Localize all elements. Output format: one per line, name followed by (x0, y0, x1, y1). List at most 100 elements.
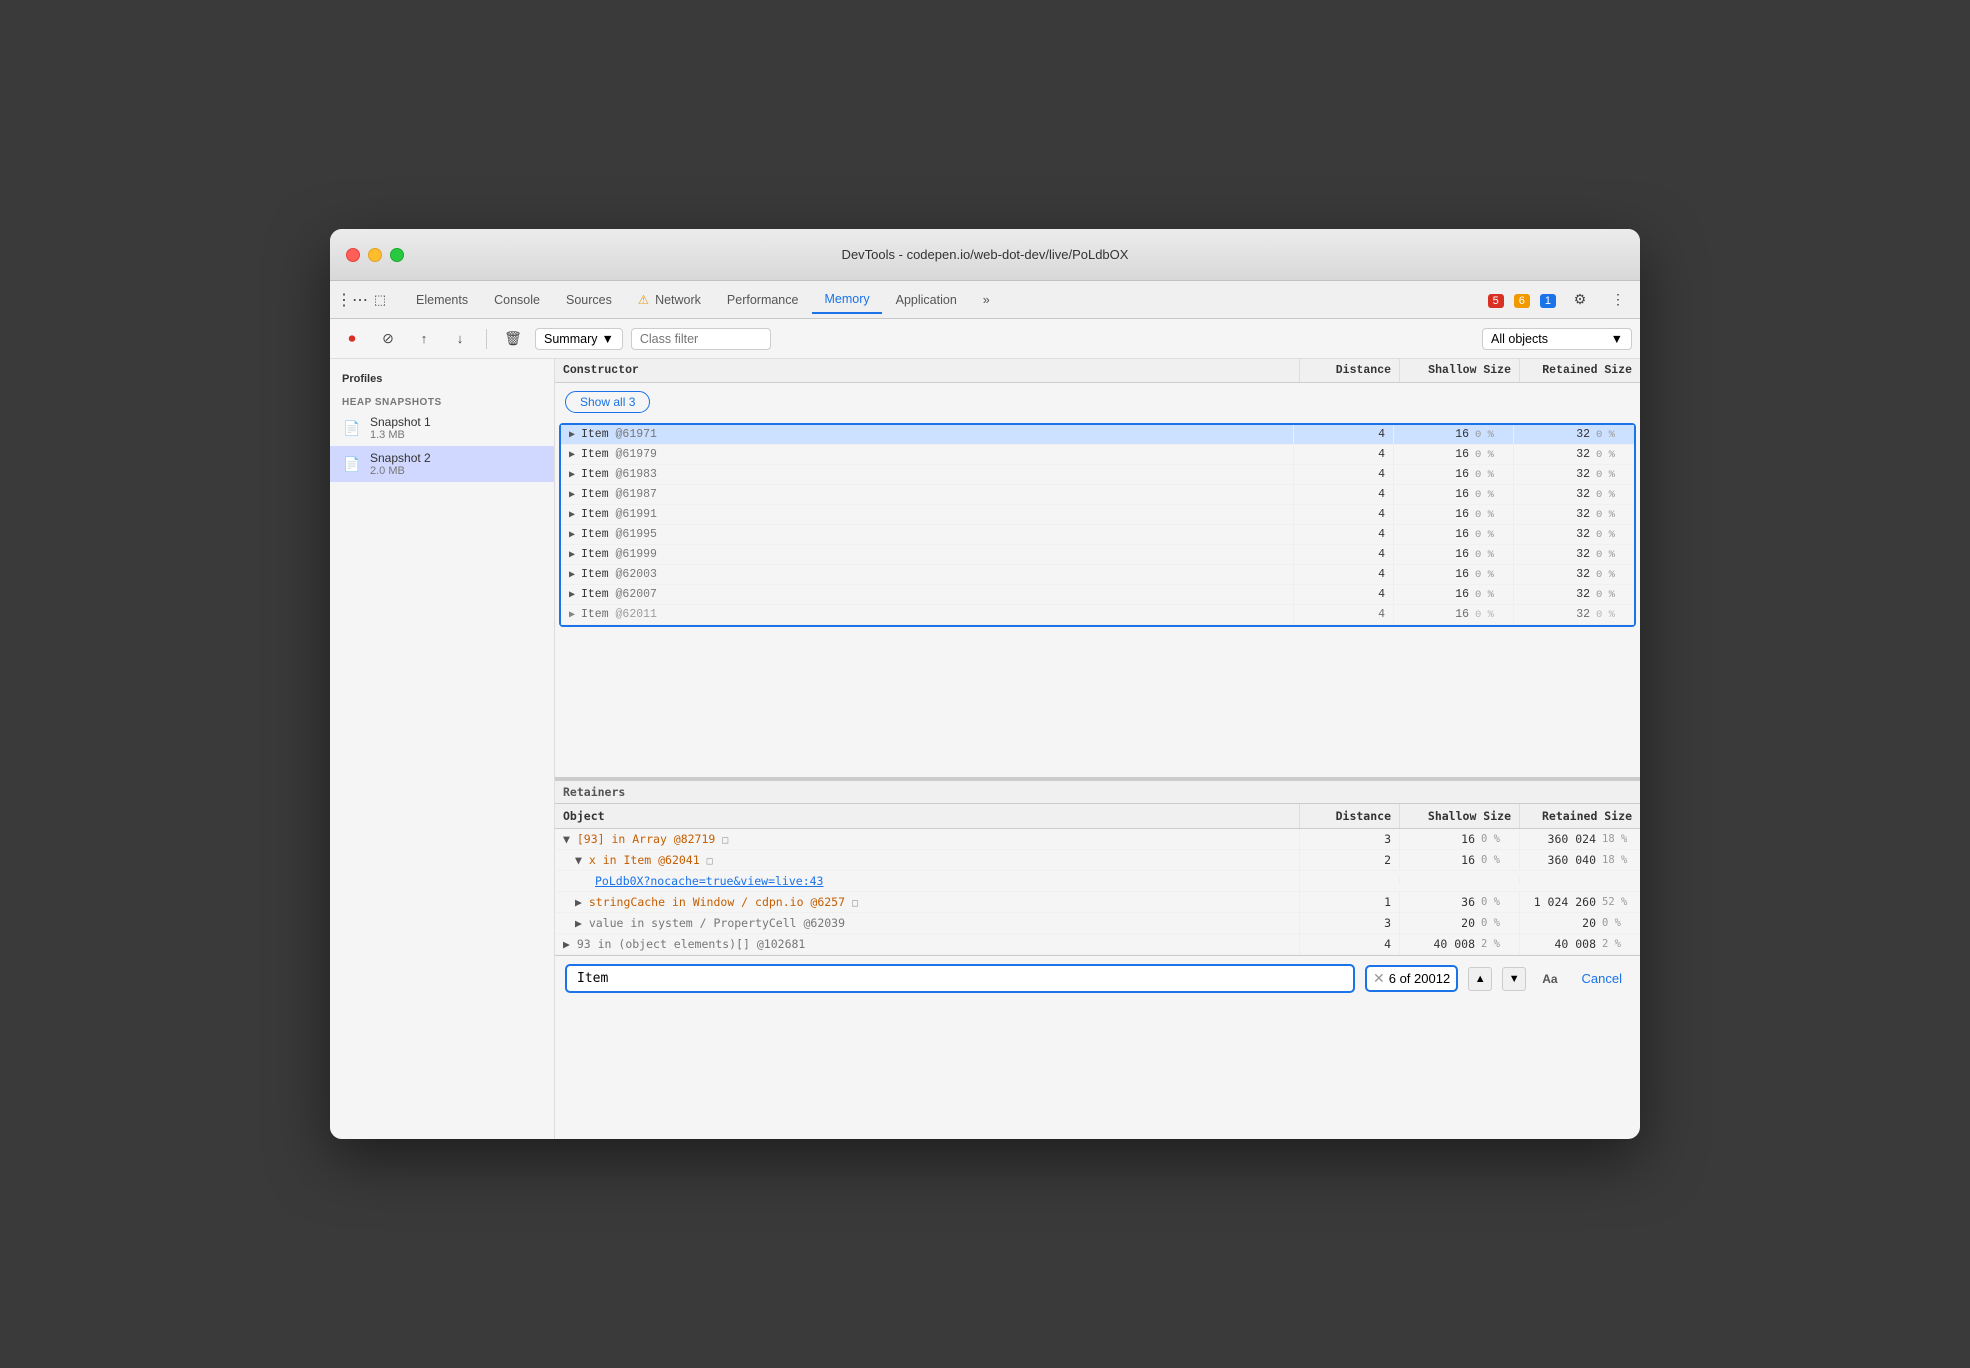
header-retained-size[interactable]: Retained Size (1520, 359, 1640, 382)
retainer-row[interactable]: ▶ 93 in (object elements)[] @102681 4 40… (555, 934, 1640, 955)
retainer-row[interactable]: PoLdb0X?nocache=true&view=live:43 (555, 871, 1640, 892)
tab-performance[interactable]: Performance (715, 287, 811, 313)
tab-console[interactable]: Console (482, 287, 552, 313)
import-button[interactable]: ↑ (410, 325, 438, 353)
titlebar: DevTools - codepen.io/web-dot-dev/live/P… (330, 229, 1640, 281)
cancel-search-button[interactable]: Cancel (1574, 967, 1630, 990)
table-row[interactable]: ▶ Item @62003 4 160 % 320 % (561, 565, 1634, 585)
ret-shallow-cell: 360 % (1400, 892, 1520, 912)
table-row[interactable]: ▶ Item @62007 4 160 % 320 % (561, 585, 1634, 605)
tab-network[interactable]: ⚠ Network (626, 286, 713, 313)
header-constructor[interactable]: Constructor (555, 359, 1300, 382)
close-button[interactable] (346, 248, 360, 262)
clear-search-icon[interactable]: ✕ (1373, 970, 1385, 987)
toolbar-separator (486, 329, 487, 349)
distance-cell: 4 (1294, 465, 1394, 484)
tab-more[interactable]: » (971, 287, 1002, 313)
ret-header-retained[interactable]: Retained Size (1520, 804, 1640, 828)
more-options-icon[interactable]: ⋮ (1604, 286, 1632, 314)
distance-cell: 4 (1294, 445, 1394, 464)
ret-distance-cell: 2 (1300, 850, 1400, 870)
ret-object-label: [93] in Array @82719 (577, 832, 715, 846)
ret-link[interactable]: PoLdb0X?nocache=true&view=live:43 (595, 874, 823, 888)
retainers-header: Object Distance Shallow Size Retained Si… (555, 804, 1640, 829)
constructor-name: Item @61999 (581, 548, 657, 561)
retainers-section: Retainers Object Distance Shallow Size R… (555, 779, 1640, 955)
shallow-cell: 160 % (1394, 605, 1514, 624)
ret-distance-cell: 3 (1300, 913, 1400, 933)
maximize-button[interactable] (390, 248, 404, 262)
distance-cell: 4 (1294, 505, 1394, 524)
header-distance[interactable]: Distance (1300, 359, 1400, 382)
show-all-row: Show all 3 (555, 383, 1640, 421)
distance-cell: 4 (1294, 605, 1394, 624)
tab-memory[interactable]: Memory (812, 286, 881, 314)
match-case-button[interactable]: Aa (1536, 970, 1563, 988)
devtools-icon[interactable]: ⋮⋯ (338, 286, 366, 314)
ret-shallow-cell: 200 % (1400, 913, 1520, 933)
retainer-row[interactable]: ▼ [93] in Array @82719 □ 3 160 % 360 024… (555, 829, 1640, 850)
clear-button[interactable]: ⊘ (374, 325, 402, 353)
ret-header-distance[interactable]: Distance (1300, 804, 1400, 828)
heap-snapshots-label: HEAP SNAPSHOTS (330, 391, 554, 410)
ret-distance-cell: 4 (1300, 934, 1400, 954)
ret-header-shallow[interactable]: Shallow Size (1400, 804, 1520, 828)
snapshot-2-info: Snapshot 2 2.0 MB (370, 451, 431, 477)
search-prev-button[interactable]: ▲ (1468, 967, 1492, 991)
constructor-name: Item @62007 (581, 588, 657, 601)
retainer-row[interactable]: ▶ stringCache in Window / cdpn.io @6257 … (555, 892, 1640, 913)
tab-elements[interactable]: Elements (404, 287, 480, 313)
sidebar-snapshot-2[interactable]: 📄 Snapshot 2 2.0 MB (330, 446, 554, 482)
constructor-cell: ▶ Item @61971 (561, 425, 1294, 444)
class-filter-input[interactable] (631, 328, 771, 350)
constructor-name: Item @61971 (581, 428, 657, 441)
retained-cell: 320 % (1514, 445, 1634, 464)
shallow-cell: 160 % (1394, 445, 1514, 464)
search-next-button[interactable]: ▼ (1502, 967, 1526, 991)
search-input[interactable] (565, 964, 1355, 993)
snapshot-1-size: 1.3 MB (370, 429, 431, 441)
shallow-cell: 160 % (1394, 525, 1514, 544)
table-row[interactable]: ▶ Item @61999 4 160 % 320 % (561, 545, 1634, 565)
delete-button[interactable]: 🗑 (499, 325, 527, 353)
ret-object-cell: PoLdb0X?nocache=true&view=live:43 (555, 871, 1300, 891)
table-row[interactable]: ▶ Item @62011 4 160 % 320 % (561, 605, 1634, 625)
minimize-button[interactable] (368, 248, 382, 262)
summary-dropdown[interactable]: Summary ▼ (535, 328, 623, 350)
ret-retained-cell: 360 02418 % (1520, 829, 1640, 849)
constructor-cell: ▶ Item @61979 (561, 445, 1294, 464)
table-row[interactable]: ▶ Item @61987 4 160 % 320 % (561, 485, 1634, 505)
constructor-cell: ▶ Item @61987 (561, 485, 1294, 504)
table-row[interactable]: ▶ Item @61979 4 160 % 320 % (561, 445, 1634, 465)
summary-chevron-icon: ▼ (601, 332, 613, 346)
retainer-row[interactable]: ▼ x in Item @62041 □ 2 160 % 360 04018 % (555, 850, 1640, 871)
ret-retained-cell: 360 04018 % (1520, 850, 1640, 870)
sidebar: Profiles HEAP SNAPSHOTS 📄 Snapshot 1 1.3… (330, 359, 555, 1139)
constructor-cell: ▶ Item @61983 (561, 465, 1294, 484)
record-button[interactable]: ⏺ (338, 325, 366, 353)
settings-icon[interactable]: ⚙ (1566, 286, 1594, 314)
search-count-box: ✕ 6 of 20012 (1365, 965, 1458, 992)
header-shallow-size[interactable]: Shallow Size (1400, 359, 1520, 382)
tab-sources[interactable]: Sources (554, 287, 624, 313)
ret-distance-cell: 1 (1300, 892, 1400, 912)
shallow-cell: 160 % (1394, 425, 1514, 444)
table-row[interactable]: ▶ Item @61971 4 160 % 320 % (561, 425, 1634, 445)
ret-header-object[interactable]: Object (555, 804, 1300, 828)
table-row[interactable]: ▶ Item @61995 4 160 % 320 % (561, 525, 1634, 545)
show-all-button[interactable]: Show all 3 (565, 391, 650, 413)
table-row[interactable]: ▶ Item @61983 4 160 % 320 % (561, 465, 1634, 485)
ret-distance-cell (1300, 878, 1400, 884)
retainer-row[interactable]: ▶ value in system / PropertyCell @62039 … (555, 913, 1640, 934)
table-row[interactable]: ▶ Item @61991 4 160 % 320 % (561, 505, 1634, 525)
tab-application[interactable]: Application (884, 287, 969, 313)
export-button[interactable]: ↓ (446, 325, 474, 353)
constructor-name: Item @61987 (581, 488, 657, 501)
shallow-cell: 160 % (1394, 485, 1514, 504)
retained-cell: 320 % (1514, 465, 1634, 484)
snapshot-1-name: Snapshot 1 (370, 415, 431, 429)
snapshot-2-size: 2.0 MB (370, 465, 431, 477)
all-objects-dropdown[interactable]: All objects ▼ (1482, 328, 1632, 350)
sidebar-snapshot-1[interactable]: 📄 Snapshot 1 1.3 MB (330, 410, 554, 446)
inspect-icon[interactable]: ⬚ (366, 286, 394, 314)
